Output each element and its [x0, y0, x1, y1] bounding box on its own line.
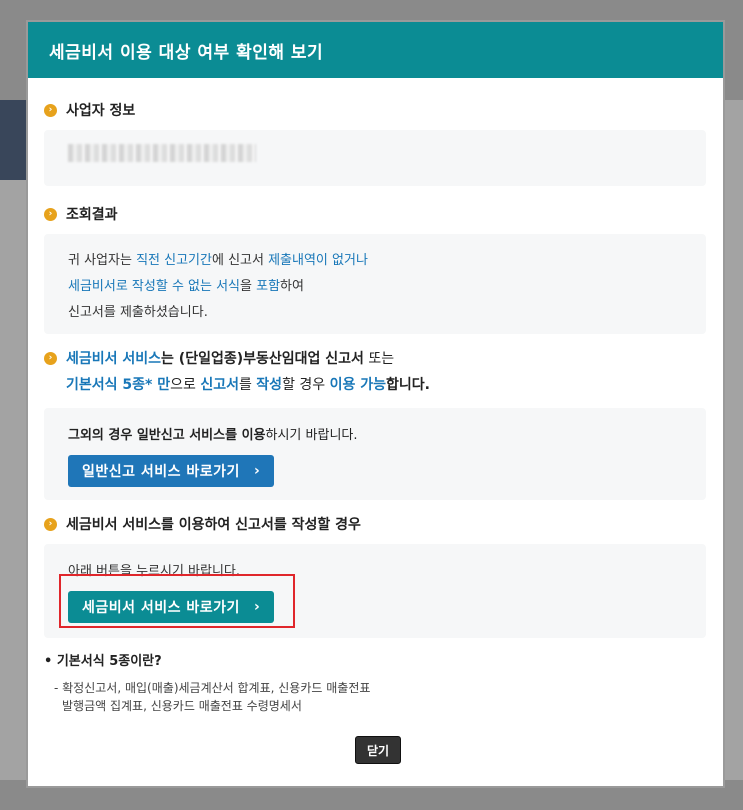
basic-forms-note: • 기본서식 5종이란? - 확정신고서, 매입(매출)세금계산서 합계표, 신…: [44, 650, 706, 715]
general-service-box: 그외의 경우 일반신고 서비스를 이용하시기 바랍니다. 일반신고 서비스 바로…: [44, 408, 706, 500]
background-left-edge: [0, 100, 30, 780]
eligibility-check-modal: 세금비서 이용 대상 여부 확인해 보기 › 사업자 정보 › 조회결과 귀 사…: [28, 22, 723, 786]
business-info-redacted: [68, 144, 256, 162]
general-filing-service-button[interactable]: 일반신고 서비스 바로가기 ›: [68, 455, 275, 487]
chevron-right-icon: ›: [253, 463, 261, 479]
chevron-right-circle-icon: ›: [44, 207, 57, 221]
note-line-2: 발행금액 집계표, 신용카드 매출전표 수령명세서: [62, 699, 302, 713]
business-info-section: › 사업자 정보: [44, 100, 706, 186]
result-box: 귀 사업자는 직전 신고기간에 신고서 제출내역이 없거나 세금비서로 작성할 …: [44, 234, 706, 334]
chevron-right-circle-icon: ›: [44, 103, 57, 117]
highlight-outline: [59, 574, 295, 628]
note-line-1: - 확정신고서, 매입(매출)세금계산서 합계표, 신용카드 매출전표: [54, 681, 371, 695]
close-button[interactable]: 닫기: [355, 736, 401, 764]
note-title: • 기본서식 5종이란?: [44, 654, 162, 669]
service-info-text: 세금비서 서비스는 (단일업종)부동산임대업 신고서 또는 기본서식 5종* 만…: [66, 351, 430, 393]
background-right-edge: [723, 100, 743, 780]
result-heading: 조회결과: [66, 207, 118, 223]
result-section: › 조회결과 귀 사업자는 직전 신고기간에 신고서 제출내역이 없거나 세금비…: [44, 204, 706, 334]
chevron-right-circle-icon: ›: [44, 517, 57, 531]
business-info-box: [44, 130, 706, 186]
modal-title: 세금비서 이용 대상 여부 확인해 보기: [28, 22, 723, 78]
write-section-heading: 세금비서 서비스를 이용하여 신고서를 작성할 경우: [66, 517, 361, 533]
service-info-section: › 세금비서 서비스는 (단일업종)부동산임대업 신고서 또는 기본서식 5종*…: [44, 346, 706, 500]
result-message: 귀 사업자는 직전 신고기간에 신고서 제출내역이 없거나 세금비서로 작성할 …: [68, 253, 368, 320]
chevron-right-circle-icon: ›: [44, 352, 57, 365]
business-info-heading: 사업자 정보: [66, 103, 136, 119]
